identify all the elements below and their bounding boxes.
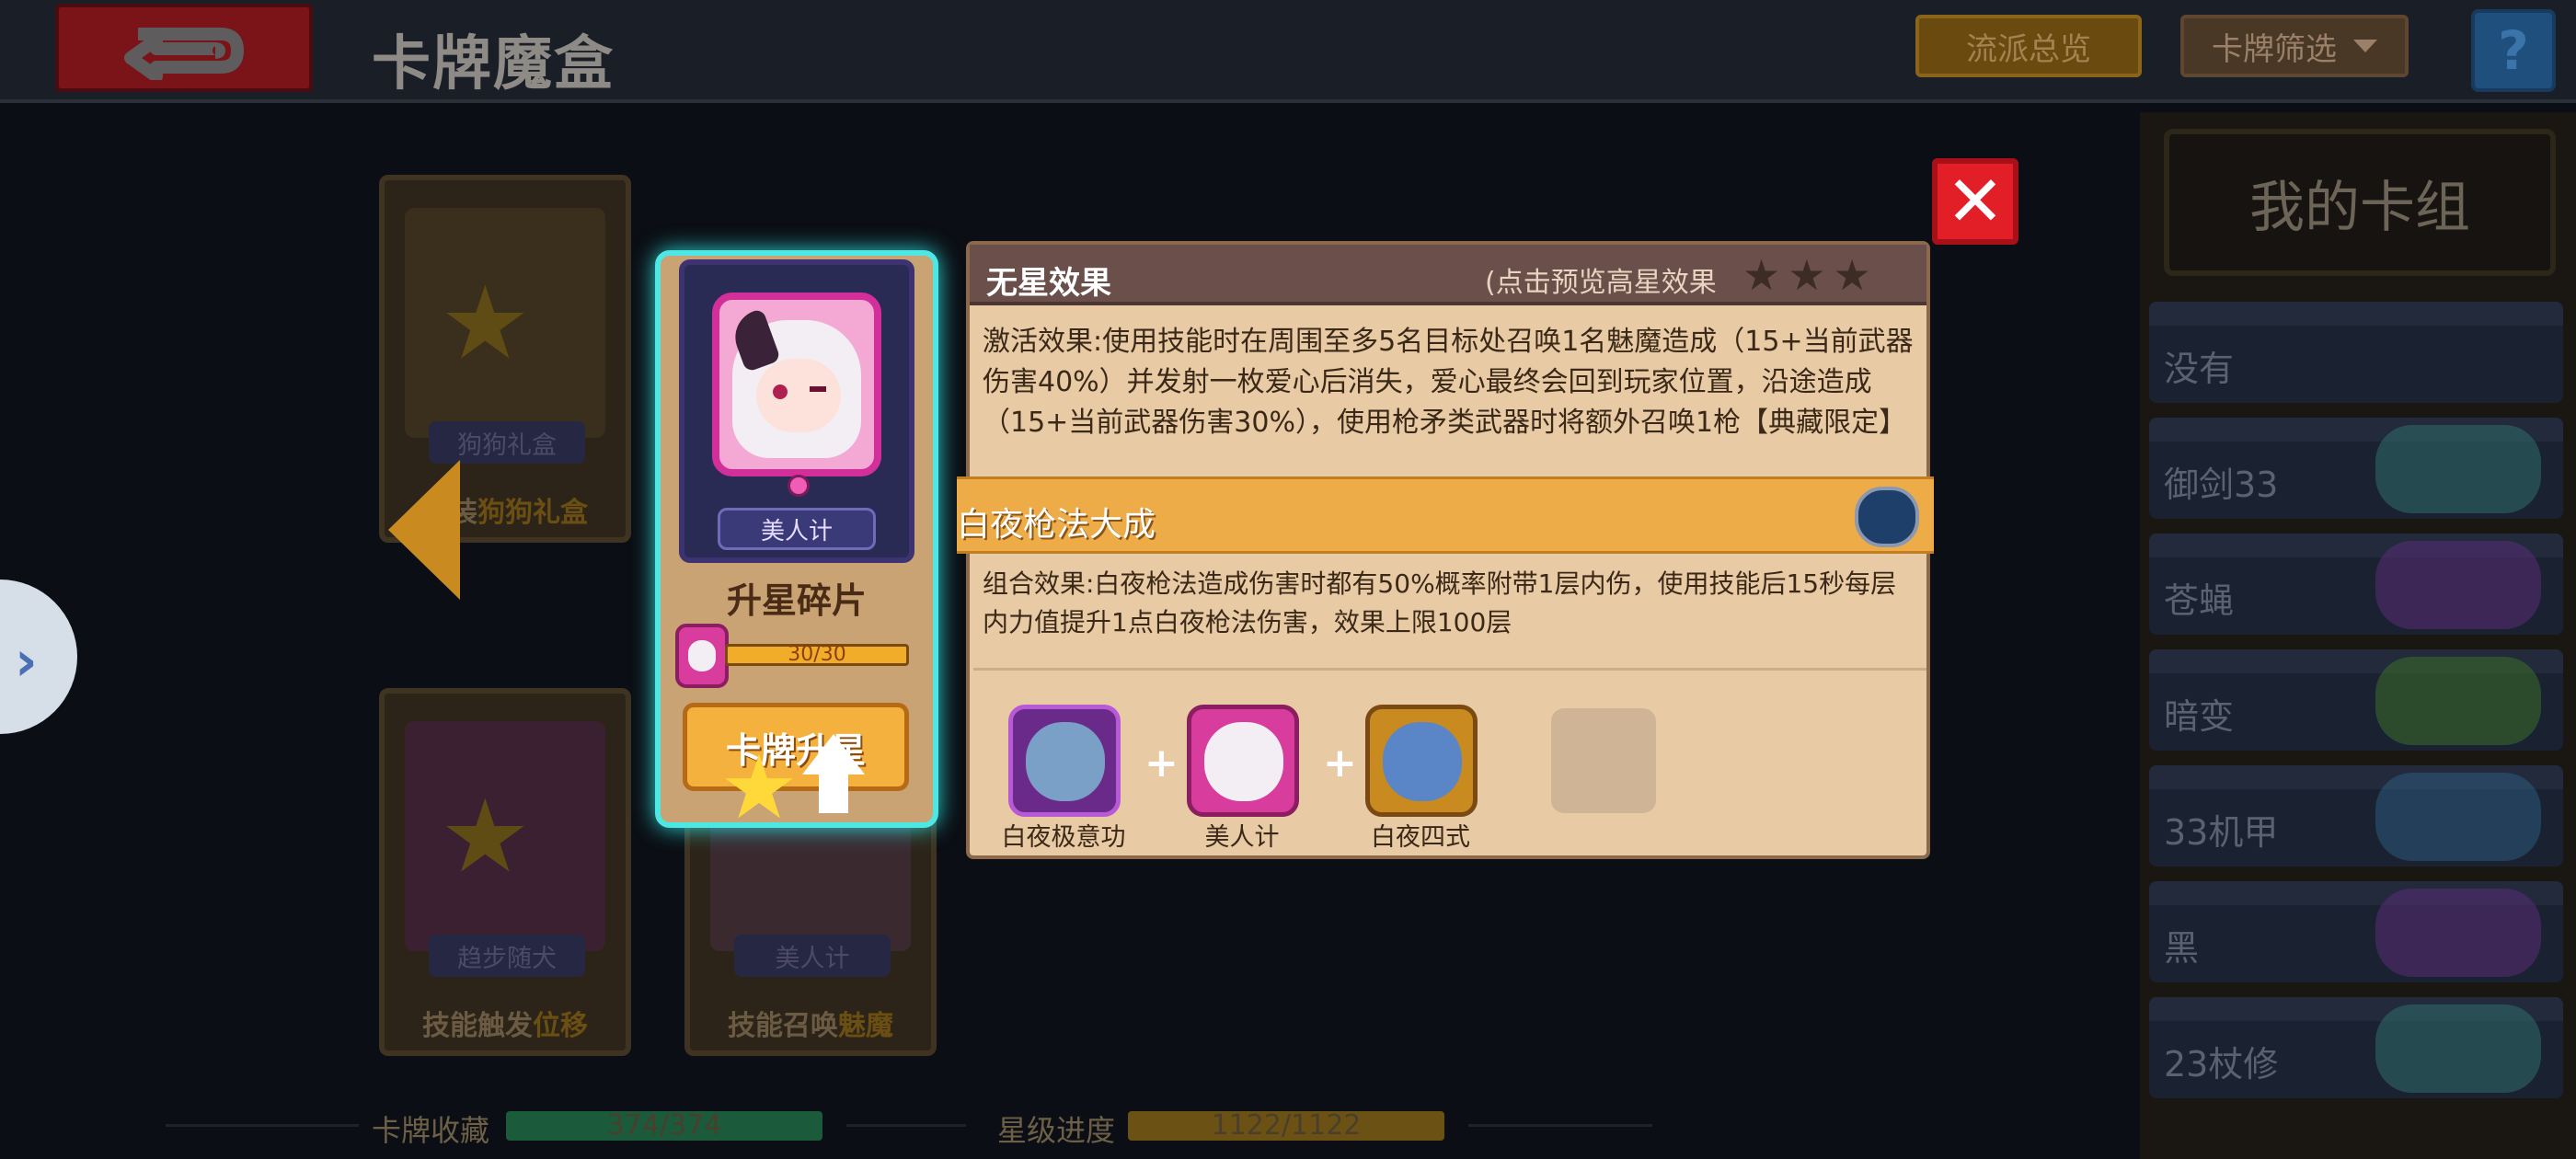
card-name: 狗狗礼盒 xyxy=(429,421,585,464)
help-button[interactable]: ? xyxy=(2471,9,2556,92)
up-arrow-icon xyxy=(802,734,865,775)
deck-title: 我的卡组 xyxy=(2164,129,2556,276)
deck-item-label: 黑 xyxy=(2164,928,2200,969)
star-icon[interactable]: ★ xyxy=(1742,250,1788,300)
plus-icon: + xyxy=(1144,740,1179,786)
selected-card[interactable]: 美人计 升星碎片 30/30 卡牌升星 ★ xyxy=(655,250,938,832)
help-icon: ? xyxy=(2498,19,2529,82)
deck-sidebar: 我的卡组 没有 御剑33 苍蝇 暗变 33机甲 黑 23杖修 xyxy=(2140,112,2576,1159)
star-level-title: 无星效果 xyxy=(986,265,1111,302)
card-slot[interactable]: ★ 趋步随犬 技能触发位移 xyxy=(379,688,631,1056)
collection-label: 卡牌收藏 xyxy=(372,1113,490,1148)
egg-icon xyxy=(2375,657,2541,745)
card-desc: 技能召唤魅魔 xyxy=(728,1010,893,1042)
activation-effect-text: 激活效果:使用技能时在周围至多5名目标处召唤1名魅魔造成（15+当前武器伤害40… xyxy=(983,326,1914,439)
spear-wings-icon xyxy=(1383,722,1462,801)
star-progress-value: 1122/1122 xyxy=(1211,1109,1362,1142)
card-name: 趋步随犬 xyxy=(429,935,585,977)
yin-yang-icon xyxy=(1026,722,1105,801)
panel-header: 无星效果 (点击预览高星效果 ★★★ xyxy=(970,245,1926,305)
card-filter-dropdown[interactable]: 卡牌筛选 xyxy=(2180,15,2409,77)
sword-icon xyxy=(2375,425,2541,513)
card-filter-label: 卡牌筛选 xyxy=(2212,30,2337,68)
deck-item[interactable]: 黑 xyxy=(2149,881,2563,982)
top-bar: 卡牌魔盒 流派总览 卡牌筛选 ? xyxy=(0,0,2576,103)
back-arrow-icon xyxy=(124,28,244,80)
card-name: 美人计 xyxy=(718,508,876,550)
deck-item-label: 暗变 xyxy=(2164,696,2235,737)
combo-card[interactable] xyxy=(1008,705,1121,817)
combo-name: 白夜枪法大成 xyxy=(957,506,1156,544)
school-overview-button[interactable]: 流派总览 xyxy=(1915,15,2142,77)
star-icon[interactable]: ★ xyxy=(1834,250,1879,300)
back-button[interactable] xyxy=(55,4,313,92)
close-icon: ✕ xyxy=(1946,160,2005,242)
collection-progress: 374/374 xyxy=(506,1111,822,1141)
combo-banner: 白夜枪法大成 xyxy=(957,476,1934,554)
divider xyxy=(973,668,1926,671)
card-desc: 技能触发位移 xyxy=(422,1010,588,1042)
divider xyxy=(846,1124,966,1127)
chevron-right-icon: › xyxy=(15,629,38,694)
prev-page-arrow-icon[interactable] xyxy=(388,460,460,600)
card-frame: 美人计 xyxy=(679,259,914,563)
shard-progress: 30/30 xyxy=(725,644,909,666)
plus-icon: + xyxy=(1323,740,1357,786)
star-icon: ★ xyxy=(719,736,799,839)
emblem-icon xyxy=(2375,889,2541,977)
preview-hint[interactable]: (点击预览高星效果 xyxy=(1485,259,1717,300)
shard-icon xyxy=(675,624,729,688)
mecha-icon xyxy=(2375,773,2541,861)
chevron-down-icon xyxy=(2353,40,2377,52)
deck-item[interactable]: 23杖修 xyxy=(2149,997,2563,1098)
succubus-icon xyxy=(1204,722,1283,801)
star-icon[interactable]: ★ xyxy=(1788,250,1833,300)
combo-card[interactable] xyxy=(1365,705,1478,817)
deck-item-label: 苍蝇 xyxy=(2164,580,2235,621)
deck-item[interactable]: 暗变 xyxy=(2149,649,2563,751)
deck-item-label: 没有 xyxy=(2164,349,2235,389)
star-rating[interactable]: ★★★ xyxy=(1742,250,1879,300)
page-title: 卡牌魔盒 xyxy=(372,30,615,98)
spear-skill-icon xyxy=(1855,487,1919,547)
combo-card-label: 白夜四式 xyxy=(1371,823,1470,852)
shard-title: 升星碎片 xyxy=(726,580,867,621)
combo-card[interactable] xyxy=(1187,705,1299,817)
emblem-icon xyxy=(2375,541,2541,629)
combo-card-label: 美人计 xyxy=(1204,823,1280,852)
card-name: 美人计 xyxy=(734,935,891,977)
combo-card-label: 白夜极意功 xyxy=(1001,823,1126,852)
deck-item[interactable]: 没有 xyxy=(2149,302,2563,403)
combo-effect-text: 组合效果:白夜枪法造成伤害时都有50%概率附带1层内伤，使用技能后15秒每层内力… xyxy=(983,568,1897,637)
collection-value: 374/374 xyxy=(606,1109,722,1142)
sword-icon xyxy=(2375,1004,2541,1093)
deck-item-label: 御剑33 xyxy=(2164,465,2279,505)
shard-progress-value: 30/30 xyxy=(788,643,846,666)
deck-item[interactable]: 33机甲 xyxy=(2149,765,2563,866)
deck-item[interactable]: 御剑33 xyxy=(2149,418,2563,519)
succubus-portrait-icon xyxy=(712,293,881,476)
deck-item-label: 23杖修 xyxy=(2164,1044,2279,1084)
expand-panel-button[interactable]: › xyxy=(0,580,77,734)
star-progress: 1122/1122 xyxy=(1128,1111,1444,1141)
divider xyxy=(166,1124,359,1127)
star-progress-label: 星级进度 xyxy=(997,1113,1116,1148)
deck-item[interactable]: 苍蝇 xyxy=(2149,534,2563,635)
deck-item-label: 33机甲 xyxy=(2164,812,2279,853)
star-icon: ★ xyxy=(440,264,531,382)
star-icon: ★ xyxy=(440,777,531,895)
divider xyxy=(1468,1124,1652,1127)
gem-icon xyxy=(788,475,810,497)
close-button[interactable]: ✕ xyxy=(1932,158,2018,245)
empty-combo-slot xyxy=(1551,708,1656,813)
school-overview-label: 流派总览 xyxy=(1966,30,2091,68)
